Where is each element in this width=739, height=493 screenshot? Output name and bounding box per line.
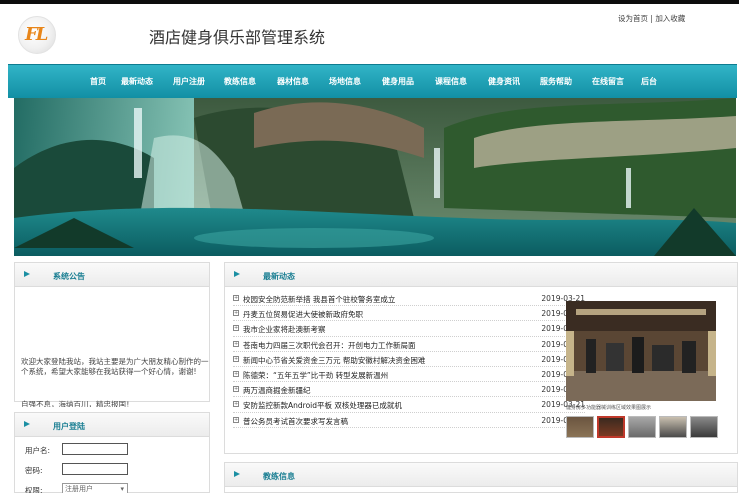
nav-message[interactable]: 在线留言 (592, 76, 624, 87)
nav-home[interactable]: 首页 (90, 76, 106, 87)
login-title: 用户登陆 (53, 422, 85, 431)
coach-panel: 教练信息 (224, 462, 738, 493)
news-title: 最新动态 (263, 272, 295, 281)
notice-title: 系统公告 (53, 272, 85, 281)
list-bullet-icon: + (233, 310, 239, 317)
coach-panel-header: 教练信息 (225, 463, 737, 487)
coach-title: 教练信息 (263, 472, 295, 481)
nav-supplies[interactable]: 健身用品 (382, 76, 414, 87)
landscape-banner (14, 98, 736, 256)
username-label: 用户名: (25, 446, 51, 455)
news-item-title[interactable]: 丹麦五位贸易促进大使被新政府免职 (243, 309, 503, 320)
site-header: FL 酒店健身俱乐部管理系统 设为首页 | 加入收藏 (0, 4, 739, 64)
nav-equipment[interactable]: 器材信息 (277, 76, 309, 87)
role-select[interactable]: 注册用户 ▾ (62, 483, 128, 493)
banner-image (14, 98, 736, 256)
nav-news[interactable]: 最新动态 (121, 76, 153, 87)
list-item[interactable]: + 苍南电力四届三次职代会召开：开创电力工作新局面 2019-03-21 (233, 337, 585, 352)
news-item-title[interactable]: 普公务员考试首次要求写发言稿 (243, 416, 503, 427)
list-bullet-icon: + (233, 340, 239, 347)
list-item[interactable]: + 我市企业家将赴澳新考察 2019-03-21 (233, 321, 585, 337)
thumbnail[interactable] (690, 416, 718, 438)
site-title: 酒店健身俱乐部管理系统 (149, 28, 326, 47)
list-bullet-icon: + (233, 416, 239, 423)
login-panel-header: 用户登陆 (15, 413, 209, 437)
gym-photo-image (566, 301, 716, 401)
password-label: 密码: (25, 466, 43, 475)
list-item[interactable]: + 两万温商掘金新疆纪 2019-03-21 (233, 382, 585, 398)
thumbnail[interactable] (659, 416, 687, 438)
notice-panel-header: 系统公告 (15, 263, 209, 287)
thumbnail[interactable] (566, 416, 594, 438)
thumbnail[interactable] (628, 416, 656, 438)
nav-register[interactable]: 用户注册 (173, 76, 205, 87)
list-item[interactable]: + 校园安全防范新举措 我县首个驻校警务室成立 2019-03-21 (233, 291, 585, 307)
news-item-title[interactable]: 我市企业家将赴澳新考察 (243, 324, 503, 335)
list-bullet-icon: + (233, 295, 239, 301)
list-item[interactable]: + 丹麦五位贸易促进大使被新政府免职 2019-03-21 (233, 306, 585, 322)
news-item-title[interactable]: 新闻中心节省关爱资金三万元 帮助安徽村解决资金困难 (243, 355, 503, 366)
list-bullet-icon: + (233, 325, 239, 332)
news-item-title[interactable]: 安防监控新款Android平板 双核处理器已成就机 (243, 400, 503, 411)
bullet-icon (24, 271, 30, 277)
login-panel: 用户登陆 用户名: 密码: 权限: 注册用户 ▾ (14, 412, 210, 493)
bullet-icon (234, 271, 240, 277)
list-bullet-icon: + (233, 355, 239, 362)
nav-help[interactable]: 服务帮助 (540, 76, 572, 87)
password-input[interactable] (62, 463, 128, 475)
thumbnail-active[interactable] (597, 416, 625, 438)
logo-text: FL (25, 24, 48, 45)
news-item-title[interactable]: 苍南电力四届三次职代会召开：开创电力工作新局面 (243, 340, 503, 351)
list-bullet-icon: + (233, 386, 239, 393)
chevron-down-icon: ▾ (120, 485, 124, 493)
add-favorite-link[interactable]: 加入收藏 (655, 14, 685, 23)
notice-more-text: 自强不息，海纳百川，精忠报国！ (21, 400, 134, 407)
role-select-value: 注册用户 (65, 485, 93, 493)
notice-panel: 系统公告 欢迎大家登陆我站，我站主要是为广大朋友精心制作的一个系统，希望大家能够… (14, 262, 210, 407)
list-bullet-icon: + (233, 370, 239, 377)
quick-links: 设为首页 | 加入收藏 (618, 13, 685, 24)
news-panel-header: 最新动态 (225, 263, 737, 287)
gym-photo[interactable] (566, 301, 716, 401)
list-item[interactable]: + 普公务员考试首次要求写发言稿 2019-03-21 (233, 413, 585, 428)
photo-caption: 健身房多功能器械训练区域效果图展示 (566, 405, 652, 411)
list-item[interactable]: + 陈德荣：“五年五学”比干劲 转型发展新温州 2019-03-21 (233, 367, 585, 383)
list-bullet-icon: + (233, 401, 239, 408)
news-item-title[interactable]: 陈德荣：“五年五学”比干劲 转型发展新温州 (243, 370, 503, 381)
news-list: + 校园安全防范新举措 我县首个驻校警务室成立 2019-03-21 + 丹麦五位贸易… (233, 291, 585, 428)
nav-coach[interactable]: 教练信息 (224, 76, 256, 87)
nav-venue[interactable]: 场地信息 (329, 76, 361, 87)
news-item-title[interactable]: 两万温商掘金新疆纪 (243, 385, 503, 396)
nav-info[interactable]: 健身资讯 (488, 76, 520, 87)
list-item[interactable]: + 新闻中心节省关爱资金三万元 帮助安徽村解决资金困难 2019-03-21 (233, 352, 585, 367)
thumbnail-strip (566, 416, 718, 438)
site-logo[interactable]: FL (18, 16, 56, 54)
username-input[interactable] (62, 443, 128, 455)
notice-text: 欢迎大家登陆我站，我站主要是为广大朋友精心制作的一个系统，希望大家能够在我站获得… (21, 357, 209, 376)
nav-courses[interactable]: 课程信息 (435, 76, 467, 87)
main-nav: 首页 最新动态 用户注册 教练信息 器材信息 场地信息 健身用品 课程信息 健身… (8, 64, 737, 98)
nav-admin[interactable]: 后台 (641, 76, 657, 87)
news-item-title[interactable]: 校园安全防范新举措 我县首个驻校警务室成立 (243, 294, 503, 305)
link-separator: | (650, 14, 653, 23)
bullet-icon (24, 421, 30, 427)
list-item[interactable]: + 安防监控新款Android平板 双核处理器已成就机 2019-03-21 (233, 397, 585, 413)
set-home-link[interactable]: 设为首页 (618, 14, 648, 23)
role-label: 权限: (25, 486, 43, 493)
bullet-icon (234, 471, 240, 477)
